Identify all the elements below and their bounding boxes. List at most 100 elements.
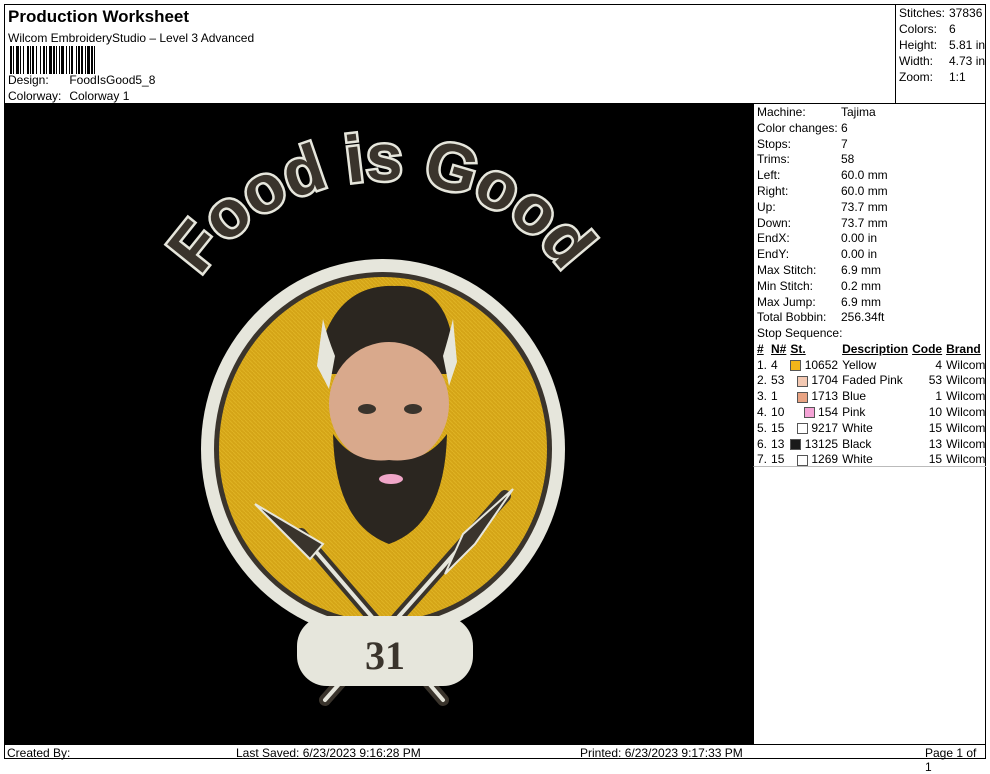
table-row[interactable]: 5. 15 9217 White 15 Wilcom — [755, 420, 987, 436]
machine-info-value: 0.00 in — [841, 231, 878, 246]
row-needle-text: 53 — [771, 373, 785, 388]
machine-info-label: EndX: — [757, 231, 790, 246]
machine-info-label: Total Bobbin: — [757, 310, 827, 325]
row-code-text: 53 — [928, 373, 943, 388]
printed-at: Printed: 6/23/2023 9:17:33 PM — [580, 746, 743, 760]
row-brand-text: Wilcom — [946, 420, 986, 435]
colorway-row: Colorway: Colorway 1 — [8, 89, 129, 103]
table-row[interactable]: 7. 15 1269 White 15 Wilcom — [755, 452, 987, 468]
row-index: 3. — [755, 388, 769, 404]
machine-info-label: Stops: — [757, 136, 792, 151]
row-code-text: 4 — [935, 357, 943, 372]
table-row[interactable]: 6. 13 13125 Black 13 Wilcom — [755, 436, 987, 452]
row-brand-text: Wilcom — [946, 452, 986, 467]
row-code: 1 — [910, 388, 944, 404]
machine-info-row: Trims: 58 — [757, 152, 854, 166]
row-index: 7. — [755, 452, 769, 468]
machine-info-row: Machine: Tajima — [757, 105, 876, 119]
row-stitches-text: 9217 — [811, 420, 839, 435]
color-swatch — [797, 391, 809, 403]
row-needle: 10 — [769, 404, 788, 420]
machine-info-row: EndY: 0.00 in — [757, 247, 877, 261]
summary-label: Zoom: — [899, 70, 934, 84]
row-needle: 15 — [769, 420, 788, 436]
row-stitches-text: 13125 — [804, 436, 839, 451]
row-needle: 1 — [769, 388, 788, 404]
table-row[interactable]: 3. 1 1713 Blue 1 Wilcom — [755, 388, 987, 404]
row-needle-text: 10 — [771, 405, 785, 420]
last-saved: Last Saved: 6/23/2023 9:16:28 PM — [236, 746, 421, 760]
row-index-text: 6. — [757, 436, 768, 451]
row-code-text: 15 — [928, 420, 943, 435]
row-stitches: 154 — [788, 404, 840, 420]
row-stitches: 1713 — [788, 388, 840, 404]
table-row[interactable]: 4. 10 154 Pink 10 Wilcom — [755, 404, 987, 420]
row-code: 15 — [910, 452, 944, 468]
machine-info-row: Right: 60.0 mm — [757, 184, 888, 198]
design-row: Design: FoodIsGood5_8 — [8, 73, 155, 87]
row-stitches-text: 10652 — [804, 357, 839, 372]
row-code-text: 15 — [928, 452, 943, 467]
machine-info-value: 6.9 mm — [841, 294, 882, 309]
summary-label: Height: — [899, 38, 938, 52]
page-number: Page 1 of 1 — [925, 746, 977, 774]
row-index: 1. — [755, 357, 769, 373]
machine-info-value: 73.7 mm — [841, 199, 888, 214]
side-panel-blank — [753, 466, 986, 744]
row-description-text: Pink — [842, 405, 866, 420]
row-needle-text: 15 — [771, 420, 785, 435]
row-index-text: 5. — [757, 420, 768, 435]
row-code: 53 — [910, 373, 944, 389]
row-brand-text: Wilcom — [946, 405, 986, 420]
design-preview[interactable]: Food is Good 31 — [5, 104, 753, 744]
machine-info-row: Stops: 7 — [757, 137, 848, 151]
machine-info-panel: Total Bobbin: 256.34ft Max Jump: 6.9 mm Min … — [753, 104, 986, 466]
row-index: 2. — [755, 373, 769, 389]
row-description: Faded Pink — [840, 373, 910, 389]
col-brand[interactable]: Brand — [944, 341, 987, 357]
row-code-text: 10 — [928, 405, 943, 420]
machine-info-label: Max Stitch: — [757, 263, 817, 277]
row-brand: Wilcom — [944, 373, 987, 389]
color-swatch — [797, 454, 809, 466]
summary-value: 5.81 in — [949, 38, 986, 52]
row-stitches: 13125 — [788, 436, 840, 452]
row-stitches: 9217 — [788, 420, 840, 436]
row-description-text: Yellow — [842, 357, 877, 372]
row-brand: Wilcom — [944, 420, 987, 436]
color-swatch — [790, 360, 802, 372]
summary-colors: Colors: 6 — [899, 22, 987, 36]
row-brand: Wilcom — [944, 357, 987, 373]
summary-label: Stitches: — [899, 6, 946, 20]
row-needle: 53 — [769, 373, 788, 389]
row-needle: 4 — [769, 357, 788, 373]
col-code[interactable]: Code — [910, 341, 944, 357]
col-description[interactable]: Description — [840, 341, 910, 357]
machine-info-row: Total Bobbin: 256.34ft — [757, 310, 884, 324]
row-stitches-text: 1704 — [811, 373, 839, 388]
design-label: Design: — [8, 73, 49, 87]
colorway-label: Colorway: — [8, 89, 62, 103]
col-needle[interactable]: N# — [769, 341, 788, 357]
created-by: Created By: — [7, 746, 71, 760]
row-stitches: 10652 — [788, 357, 840, 373]
summary-label: Colors: — [899, 22, 938, 36]
col-index[interactable]: # — [755, 341, 769, 357]
summary-value: 4.73 in — [949, 54, 986, 68]
col-stitches[interactable]: St. — [788, 341, 840, 357]
machine-info-value: 6 — [841, 120, 848, 135]
summary-height: Height: 5.81 in — [899, 38, 987, 52]
row-description: White — [840, 452, 910, 468]
row-needle-text: 15 — [771, 452, 785, 467]
row-stitches: 1269 — [788, 452, 840, 468]
row-index: 6. — [755, 436, 769, 452]
row-needle-text: 13 — [771, 436, 785, 451]
row-index-text: 7. — [757, 452, 768, 467]
row-needle: 13 — [769, 436, 788, 452]
row-brand: Wilcom — [944, 452, 987, 468]
table-row[interactable]: 1. 4 10652 Yellow 4 Wilcom — [755, 357, 987, 373]
row-description-text: Faded Pink — [842, 373, 903, 388]
colorway-value: Colorway 1 — [69, 89, 130, 103]
table-row[interactable]: 2. 53 1704 Faded Pink 53 Wilcom — [755, 373, 987, 389]
summary-value: 37836 — [949, 6, 983, 20]
